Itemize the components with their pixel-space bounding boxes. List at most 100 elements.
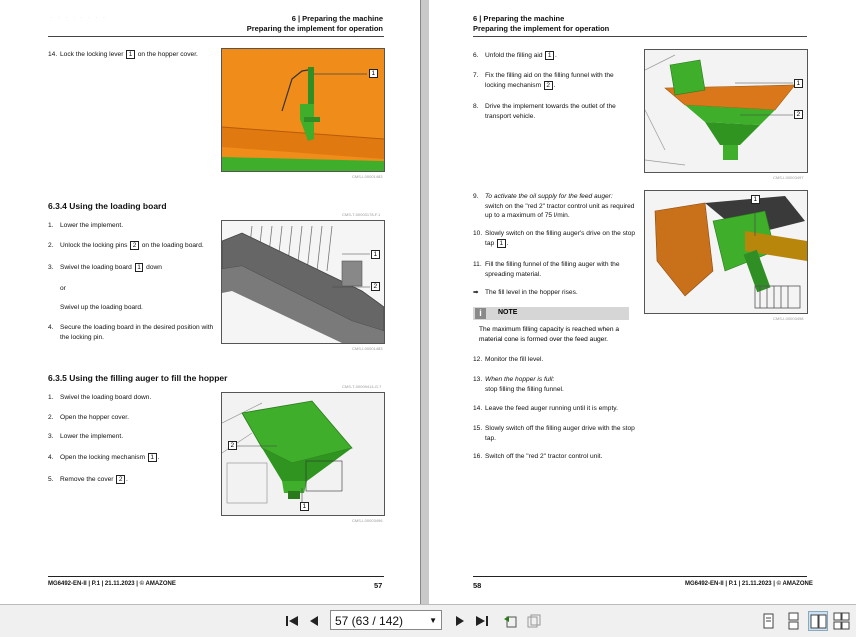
loading-board-illustration: 1 2 <box>221 220 385 344</box>
go-forward-icon[interactable] <box>526 613 542 629</box>
continuous-view-icon[interactable] <box>783 611 803 631</box>
go-back-icon[interactable] <box>502 613 518 629</box>
callout-1: 1 <box>371 250 380 259</box>
left-footer-rule <box>48 576 384 577</box>
page-indicator-text: 57 (63 / 142) <box>335 614 404 628</box>
callout-marker: 2 <box>543 80 553 90</box>
step-number: 6. <box>473 52 479 59</box>
step-text: Open the locking mechanism <box>60 454 146 461</box>
callout-1: 1 <box>751 195 760 204</box>
step-text: Lock the locking lever <box>60 51 124 58</box>
hopper-cover-lever-illustration: 1 <box>221 48 385 172</box>
image-caption: CMS-I-00003496 <box>352 518 383 523</box>
step-text: Swivel the loading board down. <box>60 394 152 401</box>
callout-1: 1 <box>300 502 309 511</box>
feed-auger-stop-tap-illustration: 1 <box>644 190 808 314</box>
result-arrow-icon: ➡ <box>473 289 479 296</box>
step-text: Drive the implement towards the outlet o… <box>485 103 616 120</box>
image-caption: CMS-I-00001483 <box>352 174 383 179</box>
step-number: 14. <box>48 51 58 58</box>
step-text: Unlock the locking pins <box>60 242 128 249</box>
callout-2: 2 <box>371 282 380 291</box>
step-condition: When the hopper is full: <box>485 376 555 383</box>
image-caption: CMS-I-00003498 <box>773 316 804 321</box>
image-caption: CMS-I-00003497 <box>773 175 804 180</box>
last-page-icon[interactable] <box>474 613 490 629</box>
left-page-number: 57 <box>374 581 383 590</box>
callout-1: 1 <box>794 79 803 88</box>
step-text-tail: . <box>555 52 557 59</box>
callout-marker: 1 <box>147 453 157 462</box>
step-number: 2. <box>48 414 54 421</box>
step-number: 15. <box>473 425 483 432</box>
callout-marker: 1 <box>134 263 144 272</box>
step-number: 8. <box>473 103 479 110</box>
next-page-icon[interactable] <box>452 613 468 629</box>
step-text: Lower the implement. <box>60 222 124 229</box>
left-header-chapter: 6 | Preparing the machine <box>291 14 383 23</box>
step-number: 1. <box>48 222 54 229</box>
step-number: 13. <box>473 376 483 383</box>
page-number-select[interactable]: 57 (63 / 142) ▼ <box>330 610 442 630</box>
step-text: Remove the cover <box>60 476 114 483</box>
note-text: The maximum filling capacity is reached … <box>479 326 619 343</box>
callout-1: 1 <box>369 69 378 78</box>
step-number: 3. <box>48 433 54 440</box>
right-header: 6 | Preparing the machine Preparing the … <box>473 14 609 34</box>
callout-marker: 2 <box>130 241 139 250</box>
left-footer-doc-id: MG6492-EN-II | P.1 | 21.11.2023 | © AMAZ… <box>48 581 176 587</box>
image-reference: CMS-T-00003178-F.1 <box>342 212 381 217</box>
step-text: Open the hopper cover. <box>60 414 129 421</box>
step-text: Unfold the filling aid <box>485 52 543 59</box>
step-text-tail: . <box>157 454 160 461</box>
faint-header-mark: · · · · · · · · <box>50 12 107 22</box>
step-text-tail: . <box>506 239 509 247</box>
single-page-view-icon[interactable] <box>758 611 778 631</box>
step-text-tail: down <box>146 264 162 271</box>
step-text: Fill the filling funnel of the filling a… <box>485 261 620 278</box>
note-label: NOTE <box>498 309 518 316</box>
chevron-down-icon: ▼ <box>429 616 437 625</box>
previous-page-icon[interactable] <box>306 613 322 629</box>
step-condition: To activate the oil supply for the feed … <box>485 193 613 200</box>
note-box: i NOTE The maximum filling capacity is r… <box>473 307 629 349</box>
step-number: 12. <box>473 356 483 363</box>
step-text: or <box>60 285 66 292</box>
page-gutter <box>420 0 421 604</box>
step-text: Leave the feed auger running until it is… <box>485 405 618 412</box>
right-footer-rule <box>473 576 807 577</box>
step-text: Swivel the loading board <box>60 264 132 271</box>
two-page-view-icon[interactable] <box>808 611 828 631</box>
step-number: 16. <box>473 453 483 460</box>
callout-2: 2 <box>228 441 237 450</box>
right-header-chapter: 6 | Preparing the machine <box>473 14 565 23</box>
filling-auger-funnel-illustration: 2 1 <box>221 392 385 516</box>
step-number: 4. <box>48 454 54 461</box>
step-number: 10. <box>473 230 483 237</box>
filling-aid-illustration: 1 2 <box>644 49 808 173</box>
image-reference: CMS-T-00009414-G.7 <box>342 384 382 389</box>
step-text: Monitor the fill level. <box>485 356 544 363</box>
section-heading-634: 6.3.4 Using the loading board <box>48 201 167 211</box>
step-text-tail: on the hopper cover. <box>137 51 198 58</box>
left-header-section: Preparing the implement for operation <box>246 24 383 33</box>
note-header-band <box>473 307 629 320</box>
left-header: 6 | Preparing the machine Preparing the … <box>247 14 383 34</box>
image-caption: CMS-I-00001483 <box>352 346 383 351</box>
step-text: Swivel up the loading board. <box>60 304 143 311</box>
result-text: The fill level in the hopper rises. <box>485 289 578 296</box>
right-header-section: Preparing the implement for operation <box>473 24 610 33</box>
right-page-number: 58 <box>473 581 482 590</box>
callout-marker: 1 <box>126 50 135 59</box>
viewer-toolbar: 57 (63 / 142) ▼ <box>0 604 856 637</box>
two-page-continuous-view-icon[interactable] <box>832 611 852 631</box>
step-number: 3. <box>48 264 54 271</box>
step-text: switch on the "red 2" tractor control un… <box>485 202 635 220</box>
first-page-icon[interactable] <box>284 613 300 629</box>
left-header-rule <box>48 36 384 37</box>
step-text: stop filling the filling funnel. <box>485 385 564 393</box>
step-text: Slowly switch off the filling auger driv… <box>485 425 635 442</box>
callout-marker: 1 <box>497 238 506 248</box>
callout-marker: 2 <box>116 475 125 484</box>
left-page: · · · · · · · · 6 | Preparing the machin… <box>0 0 420 604</box>
